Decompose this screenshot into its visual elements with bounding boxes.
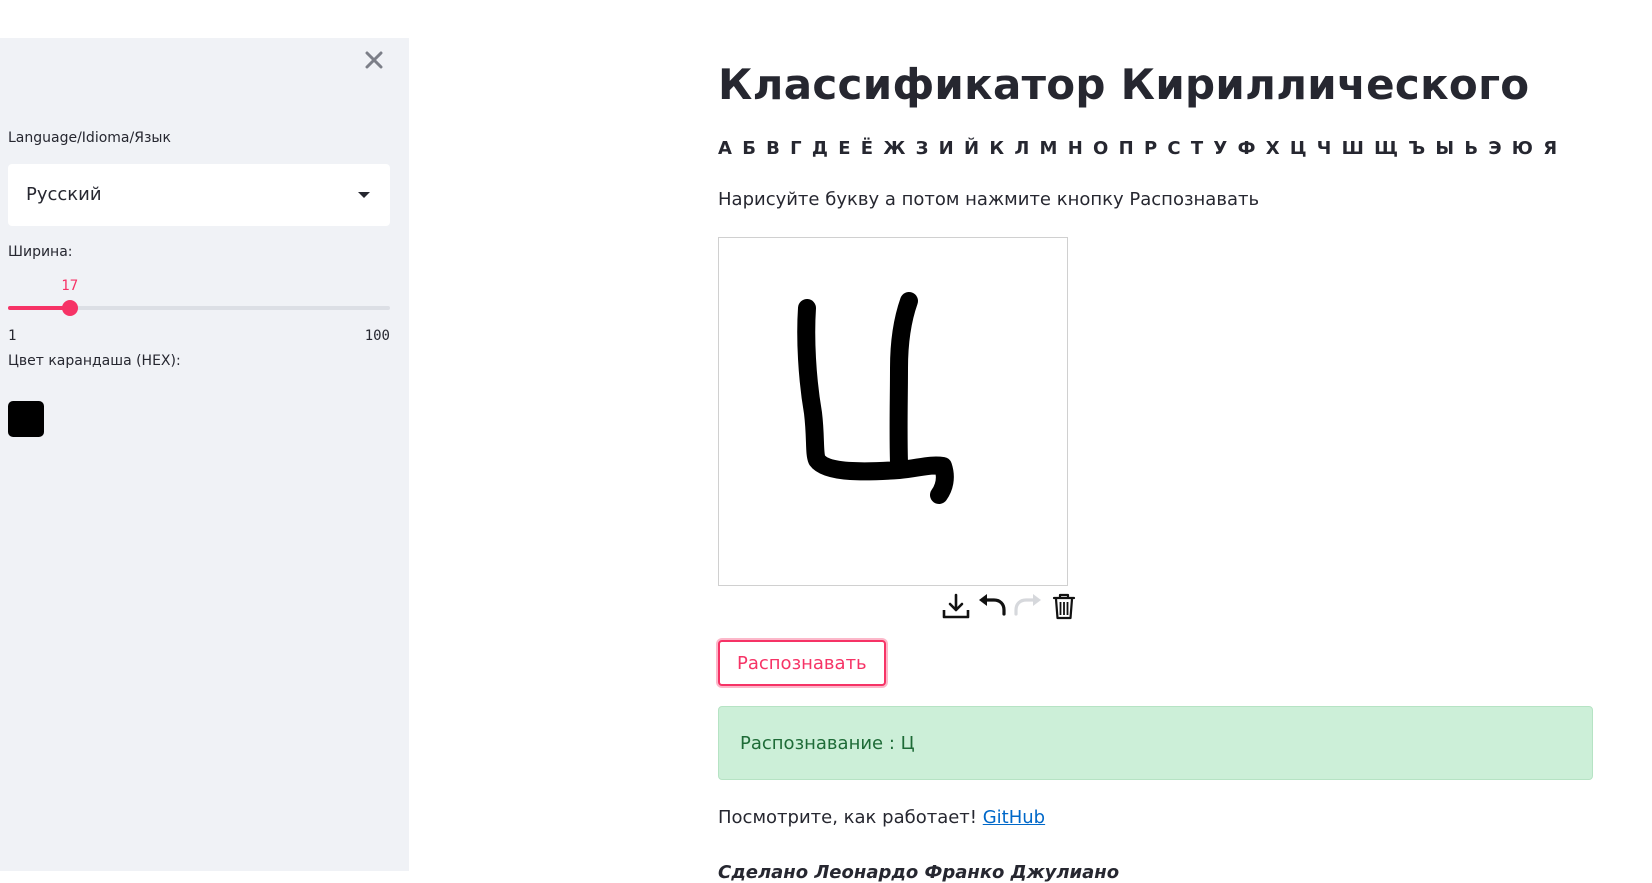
language-label: Language/Idioma/Язык (8, 130, 171, 146)
main-content: Классификатор Кириллического А Б В Г Д Е… (718, 0, 1598, 883)
recognition-result-alert: Распознавание : Ц (718, 706, 1593, 780)
recognition-result-text: Распознавание : Ц (740, 733, 915, 754)
slider-min-label: 1 (8, 328, 17, 344)
slider-max-label: 100 (364, 328, 390, 344)
slider-fill (8, 306, 70, 310)
chevron-down-icon (358, 192, 370, 198)
pencil-color-picker[interactable] (8, 401, 44, 437)
slider-value: 17 (61, 278, 79, 294)
close-sidebar-button[interactable] (362, 48, 386, 72)
drawn-letter-stroke (797, 292, 954, 504)
language-select[interactable]: Русский (8, 164, 390, 226)
canvas-toolbar (940, 590, 1080, 624)
drawing-canvas[interactable] (718, 237, 1068, 586)
width-slider[interactable] (8, 300, 390, 316)
footer-text: Посмотрите, как работает! GitHub (718, 807, 1045, 828)
page-title: Классификатор Кириллического (718, 60, 1530, 109)
trash-icon[interactable] (1048, 590, 1080, 622)
redo-icon[interactable] (1012, 590, 1044, 622)
footer-text-label: Посмотрите, как работает! (718, 807, 983, 828)
github-link[interactable]: GitHub (983, 807, 1045, 828)
alphabet-heading: А Б В Г Д Е Ё Ж З И Й К Л М Н О П Р С Т … (718, 138, 1560, 159)
slider-thumb[interactable] (61, 300, 78, 316)
close-icon (365, 51, 383, 69)
download-icon[interactable] (940, 590, 972, 622)
recognize-button[interactable]: Распознавать (718, 640, 886, 686)
credits-text: Сделано Леонардо Франко Джулиано (718, 862, 1120, 883)
undo-icon[interactable] (976, 590, 1008, 622)
width-label: Ширина: (8, 244, 73, 260)
language-selected-value: Русский (26, 184, 102, 205)
instructions-text: Нарисуйте букву а потом нажмите кнопку Р… (718, 189, 1260, 210)
sidebar: Language/Idioma/Язык Русский Ширина: 17 … (0, 38, 409, 871)
pencil-color-label: Цвет карандаша (HEX): (8, 353, 181, 369)
